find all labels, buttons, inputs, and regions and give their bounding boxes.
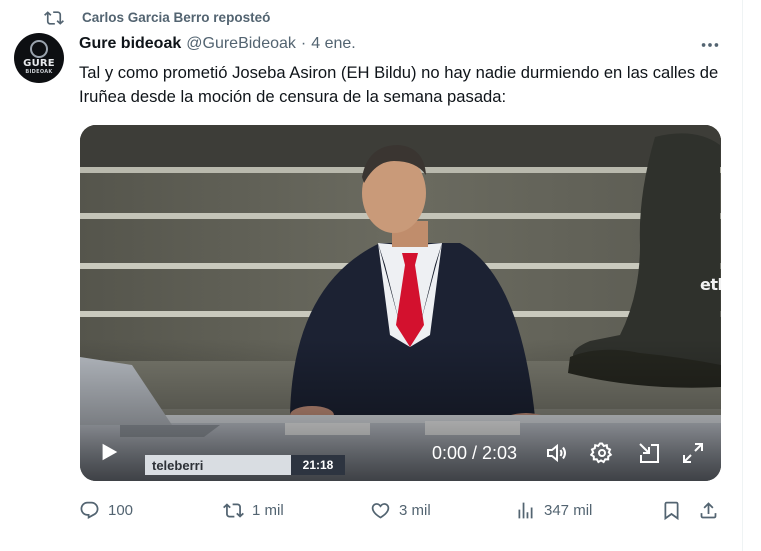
repost-indicator: Carlos Garcia Berro reposteó [44, 8, 270, 28]
tweet-text: Tal y como prometió Joseba Asiron (EH Bi… [79, 63, 719, 106]
repost-count: 1 mil [252, 501, 284, 519]
reply-icon [80, 501, 99, 519]
repost-action-icon [223, 502, 244, 518]
tweet-actions: 100 1 mil 3 mil 347 mil [79, 498, 724, 522]
author-handle[interactable]: @GureBideoak [186, 35, 296, 53]
tweet-header: Gure bideoak @GureBideoak · 4 ene. [79, 35, 356, 53]
more-options-button[interactable] [696, 34, 724, 56]
right-panel-border [742, 0, 761, 551]
volume-icon[interactable] [545, 441, 569, 465]
avatar-logo-ring [30, 40, 48, 58]
tweet-date[interactable]: 4 ene. [311, 35, 355, 53]
fullscreen-icon[interactable] [681, 441, 705, 465]
views-chart-icon [518, 502, 533, 518]
settings-icon[interactable] [590, 441, 614, 465]
repost-text[interactable]: Carlos Garcia Berro reposteó [82, 10, 270, 25]
views-button[interactable]: 347 mil [515, 498, 592, 522]
views-count: 347 mil [544, 501, 593, 519]
like-button[interactable]: 3 mil [370, 498, 431, 522]
bookmark-icon [664, 501, 679, 520]
like-count: 3 mil [399, 501, 431, 519]
bookmark-button[interactable] [661, 498, 682, 522]
avatar-logo-text: GURE [23, 58, 55, 69]
video-controls: 0:00 / 2:03 [80, 125, 721, 481]
heart-icon [371, 502, 390, 519]
share-button[interactable] [698, 498, 719, 522]
video-player[interactable]: etb teleberri 21:18 0:00 / 2:03 [80, 125, 721, 481]
separator-dot: · [300, 35, 307, 52]
reply-count: 100 [108, 501, 134, 519]
avatar-logo-subtext: BIDEOAK [25, 69, 53, 75]
video-time: 0:00 / 2:03 [432, 443, 518, 463]
play-icon[interactable] [98, 441, 120, 463]
pip-icon[interactable] [637, 441, 661, 465]
author-name[interactable]: Gure bideoak [79, 35, 181, 53]
avatar[interactable]: GURE BIDEOAK [14, 33, 64, 83]
repost-button[interactable]: 1 mil [223, 498, 284, 522]
share-icon [700, 501, 717, 518]
repost-icon [44, 11, 64, 25]
reply-button[interactable]: 100 [79, 498, 133, 522]
more-icon [701, 43, 719, 47]
